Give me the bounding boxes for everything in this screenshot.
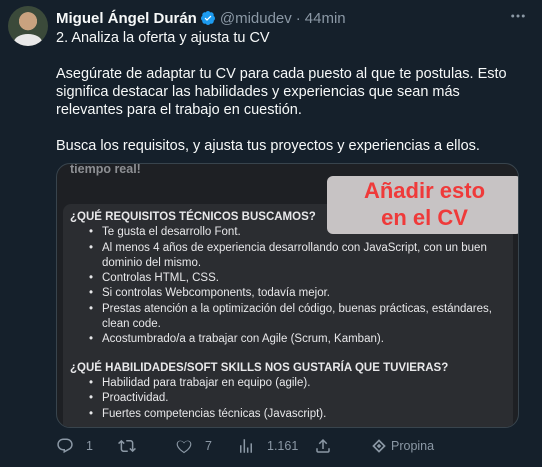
reply-icon [57,438,73,454]
tweet: Miguel Ángel Durán @midudev · 44min 2. A… [0,0,542,467]
views-icon [240,439,252,453]
tweet-line-title: 2. Analiza la oferta y ajusta tu CV [56,30,270,46]
tweet-actions: 1 7 1.161 Propina [56,436,526,456]
tip-label: Propina [391,439,435,453]
retweet-button[interactable] [118,436,148,456]
more-icon[interactable] [506,6,530,26]
tweet-text: 2. Analiza la oferta y ajusta tu CV Aseg… [56,29,526,155]
tip-icon [372,439,386,453]
share-button[interactable] [314,436,332,456]
list-item: Fuertes competencias técnicas (Javascrip… [70,407,500,423]
verified-badge-icon [200,11,215,25]
reply-button[interactable]: 1 [56,436,93,456]
reply-count: 1 [86,439,93,453]
section-title-soft-skills: ¿QUÉ HABILIDADES/SOFT SKILLS NOS GUSTARÍ… [70,361,449,374]
image-cutoff-text: tiempo real! [70,163,141,176]
job-requirements: ¿QUÉ REQUISITOS TÉCNICOS BUSCAMOS? Te gu… [70,210,500,422]
tip-button[interactable]: Propina [370,436,434,456]
author-name[interactable]: Miguel Ángel Durán [56,10,197,27]
list-item: Habilidad para trabajar en equipo (agile… [70,376,500,392]
soft-skills-list: Habilidad para trabajar en equipo (agile… [70,376,500,422]
list-item: Al menos 4 años de experiencia desarroll… [70,241,500,272]
like-count: 7 [205,439,212,453]
share-icon [316,438,330,453]
like-button[interactable]: 7 [175,436,212,456]
list-item: Prestas atención a la optimización del c… [70,302,500,333]
annotation-stamp: Añadir esto en el CV [327,176,518,234]
list-item: Controlas HTML, CSS. [70,271,500,287]
requirements-list: Te gusta el desarrollo Font. Al menos 4 … [70,225,500,348]
tweet-header: Miguel Ángel Durán @midudev · 44min [56,9,346,27]
author-handle[interactable]: @midudev [220,10,292,27]
annotation-text: Añadir esto en el CV [327,177,518,231]
tweet-paragraph-1: Asegúrate de adaptar tu CV para cada pue… [56,66,507,118]
list-item: Proactividad. [70,391,500,407]
separator-dot: · [295,9,301,27]
annotation-line-2: en el CV [381,205,468,230]
views-count: 1.161 [267,439,299,453]
annotation-line-1: Añadir esto [363,178,486,203]
views-button[interactable]: 1.161 [237,436,298,456]
list-item: Acostumbrado/a a trabajar con Agile (Scr… [70,332,500,348]
avatar[interactable] [8,6,48,46]
retweet-icon [118,439,136,453]
tweet-timestamp[interactable]: 44min [305,10,346,27]
like-icon [176,440,192,454]
tweet-image[interactable]: tiempo real! ¿QUÉ REQUISITOS TÉCNICOS BU… [56,163,519,428]
tweet-paragraph-2: Busca los requisitos, y ajusta tus proye… [56,138,480,154]
list-item: Si controlas Webcomponents, todavía mejo… [70,286,500,302]
